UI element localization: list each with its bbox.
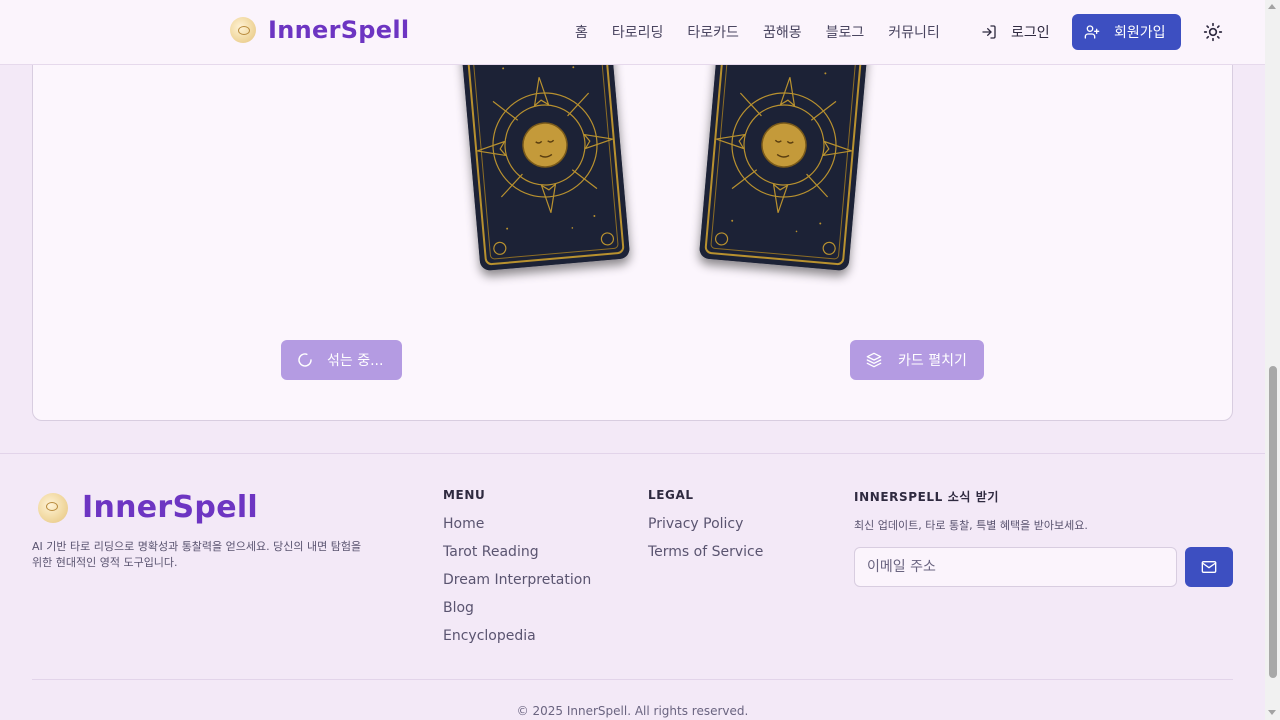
copyright-text: © 2025 InnerSpell. All rights reserved. <box>516 704 749 718</box>
crescent-moon-logo-icon <box>230 17 256 43</box>
footer-divider <box>32 679 1233 680</box>
login-button[interactable]: 로그인 <box>981 22 1050 42</box>
footer-legal-title: LEGAL <box>648 488 694 502</box>
scroll-up-arrow-icon[interactable] <box>1268 4 1276 9</box>
footer-link-blog[interactable]: Blog <box>443 600 591 628</box>
newsletter-description: 최신 업데이트, 타로 통찰, 특별 혜택을 받아보세요. <box>854 519 1088 532</box>
footer-link-dream-interpretation[interactable]: Dream Interpretation <box>443 572 591 600</box>
sun-theme-toggle-icon[interactable] <box>1203 22 1223 42</box>
user-plus-icon <box>1084 25 1100 39</box>
footer-menu-column: MENU Home Tarot Reading Dream Interpreta… <box>443 488 591 656</box>
brand-name: InnerSpell <box>268 16 410 44</box>
loader-spinner-icon <box>298 353 312 367</box>
shuffle-button[interactable]: 섞는 중... <box>281 340 402 380</box>
nav-home[interactable]: 홈 <box>575 22 588 42</box>
signup-button[interactable]: 회원가입 <box>1072 14 1181 50</box>
footer-description: AI 기반 타로 리딩으로 명확성과 통찰력을 얻으세요. 당신의 내면 탐험을… <box>32 540 362 569</box>
nav-tarot-reading[interactable]: 타로리딩 <box>612 22 664 42</box>
login-label: 로그인 <box>1011 25 1050 41</box>
nav-blog[interactable]: 블로그 <box>826 22 865 42</box>
footer-legal-column: LEGAL Privacy Policy Terms of Service <box>648 488 763 572</box>
crescent-moon-logo-icon <box>38 492 68 523</box>
footer-brand-logo[interactable]: InnerSpell <box>38 490 258 525</box>
newsletter-subscribe-button[interactable] <box>1185 547 1233 587</box>
site-footer: InnerSpell AI 기반 타로 리딩으로 명확성과 통찰력을 얻으세요.… <box>0 453 1265 720</box>
newsletter-email-input[interactable] <box>854 547 1177 587</box>
spread-cards-label: 카드 펼치기 <box>898 353 967 369</box>
layers-icon <box>866 352 882 368</box>
footer-newsletter-column: INNERSPELL 소식 받기 최신 업데이트, 타로 통찰, 특별 혜택을 … <box>854 488 1088 533</box>
page-scrollbar[interactable] <box>1265 0 1280 720</box>
signup-label: 회원가입 <box>1114 25 1166 41</box>
site-header: InnerSpell 홈 타로리딩 타로카드 꿈해몽 블로그 커뮤니티 로그인 … <box>0 0 1265 65</box>
log-in-icon <box>982 25 996 39</box>
scrollbar-thumb[interactable] <box>1269 366 1277 678</box>
newsletter-title: INNERSPELL 소식 받기 <box>854 490 1000 504</box>
nav-community[interactable]: 커뮤니티 <box>888 22 940 42</box>
footer-link-tarot-reading[interactable]: Tarot Reading <box>443 544 591 572</box>
nav-tarot-cards[interactable]: 타로카드 <box>687 22 739 42</box>
shuffle-label: 섞는 중... <box>327 353 384 369</box>
main-nav: 홈 타로리딩 타로카드 꿈해몽 블로그 커뮤니티 <box>575 22 940 42</box>
spread-cards-button[interactable]: 카드 펼치기 <box>850 340 984 380</box>
footer-brand-name: InnerSpell <box>82 490 259 525</box>
nav-dream-interpretation[interactable]: 꿈해몽 <box>763 22 802 42</box>
footer-link-home[interactable]: Home <box>443 516 591 544</box>
footer-link-privacy-policy[interactable]: Privacy Policy <box>648 516 763 544</box>
scroll-down-arrow-icon[interactable] <box>1268 710 1276 715</box>
mail-icon <box>1201 561 1217 573</box>
brand-logo[interactable]: InnerSpell <box>230 16 409 44</box>
footer-link-encyclopedia[interactable]: Encyclopedia <box>443 628 591 656</box>
footer-menu-title: MENU <box>443 488 486 502</box>
footer-link-terms-of-service[interactable]: Terms of Service <box>648 544 763 572</box>
